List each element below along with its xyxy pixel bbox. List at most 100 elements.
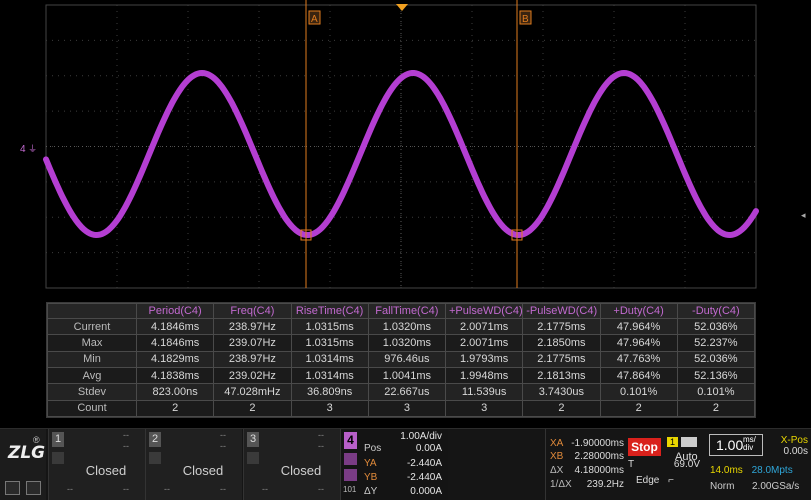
measurement-cell: 3 xyxy=(290,399,369,418)
measurement-cell: 47.964% xyxy=(599,317,678,336)
measurement-header[interactable]: +Duty(C4) xyxy=(599,303,678,319)
screenshot-icon[interactable] xyxy=(26,481,41,495)
cursor-xb-row: XB 2.28000ms xyxy=(550,451,626,462)
measurement-cell: 238.97Hz xyxy=(213,350,292,368)
cursor-ya-label: YA xyxy=(364,458,377,469)
measurement-cell: 4.1846ms xyxy=(135,334,215,352)
trigger-level-label: T xyxy=(628,459,635,470)
measurement-cell: 2 xyxy=(522,399,601,418)
cursor-xb-value: 2.28000ms xyxy=(574,451,624,462)
measurement-cell: 976.46us xyxy=(367,350,447,368)
cursor-xa-row: XA -1.90000ms xyxy=(550,438,626,449)
measurement-cell: 2.1850ms xyxy=(522,334,601,352)
memory-readout: 14.0ms 28.0Mpts xyxy=(710,465,793,476)
channel-1-dash-2: -- xyxy=(123,441,129,451)
measurement-header[interactable]: -Duty(C4) xyxy=(676,303,756,319)
channel-2-panel[interactable]: 2 -- -- Closed -- -- xyxy=(145,429,242,500)
measurement-row-label: Avg xyxy=(47,366,137,385)
channel-3-toggle-icon[interactable] xyxy=(247,452,259,464)
trigger-source-badge[interactable]: 1 xyxy=(667,437,678,447)
cursor-xa-value: -1.90000ms xyxy=(571,438,624,449)
channel-1-toggle-icon[interactable] xyxy=(52,452,64,464)
sample-rate: 2.00GSa/s xyxy=(752,481,800,492)
measurement-row: Avg 4.1838ms 239.02Hz 1.0314ms 1.0041ms 1.994… xyxy=(47,366,756,385)
cursor-inv-row: 1/ΔX 239.2Hz xyxy=(550,479,626,490)
cursor-readout-panel[interactable]: XA -1.90000ms XB 2.28000ms ΔX 4.18000ms … xyxy=(545,429,626,500)
cursor-b-tag-label: B xyxy=(522,14,529,25)
measurement-header[interactable]: FallTime(C4) xyxy=(367,303,447,319)
channel-1-dash-3: -- xyxy=(67,484,73,494)
timebase-value: 1.00 xyxy=(716,437,744,453)
channel-3-panel[interactable]: 3 -- -- Closed -- -- xyxy=(243,429,340,500)
channel-1-panel[interactable]: 1 -- -- Closed -- -- xyxy=(48,429,145,500)
cursor-ya-value: -2.440A xyxy=(406,458,442,469)
channel-4-number: 4 xyxy=(344,432,357,449)
trigger-info[interactable]: T 69.0V Edge ⌐ xyxy=(628,459,704,486)
cursor-yb-label: YB xyxy=(364,472,378,483)
acquisition-mode[interactable]: Norm xyxy=(710,481,734,492)
brand-logo: ZLG xyxy=(8,443,46,463)
channel-4-coupling-icon[interactable] xyxy=(344,453,357,465)
measurement-cell: 52.036% xyxy=(676,317,756,336)
side-menu-arrow-icon[interactable]: ◂ xyxy=(801,210,806,221)
display-settings-icon[interactable] xyxy=(5,481,20,495)
measurement-cell: 238.97Hz xyxy=(213,317,292,336)
c4-ground-marker[interactable]: 4 ⏚ xyxy=(20,142,37,155)
measurement-cell: 47.964% xyxy=(599,334,678,352)
measurement-body: Current 4.1846ms 238.97Hz 1.0315ms 1.0320ms 2… xyxy=(47,317,756,418)
trigger-mode-icon[interactable] xyxy=(681,437,697,447)
measurement-header[interactable]: -PulseWD(C4) xyxy=(522,303,601,319)
cursor-lines[interactable]: AB xyxy=(300,0,532,288)
channel-3-state: Closed xyxy=(280,463,322,478)
timebase-unit-bottom: div xyxy=(743,443,754,452)
channel-2-dash-3: -- xyxy=(164,484,170,494)
memory-depth-time: 14.0ms xyxy=(710,465,743,476)
cursor-yb-value: -2.440A xyxy=(406,472,442,483)
timebase-control[interactable]: 1.00 ms/ div xyxy=(709,434,763,456)
measurement-cell: 1.0314ms xyxy=(290,366,369,385)
channel-2-toggle-icon[interactable] xyxy=(149,452,161,464)
measurement-row-label: Min xyxy=(47,350,137,368)
channel-3-number: 3 xyxy=(247,432,259,447)
measurement-cell: 36.809ns xyxy=(290,383,369,401)
measurement-cell: 22.667us xyxy=(367,383,447,401)
measurement-cell: 239.07Hz xyxy=(213,334,292,352)
measurement-header[interactable]: Period(C4) xyxy=(135,303,215,319)
trigger-position-icon[interactable] xyxy=(396,4,408,11)
measurement-cell: 2 xyxy=(599,399,678,418)
measurement-row-label: Current xyxy=(47,317,137,336)
trigger-level-value: 69.0V xyxy=(673,459,700,470)
channel-3-dash-3: -- xyxy=(262,484,268,494)
measurement-cell: 47.028mHz xyxy=(213,383,292,401)
measurement-header[interactable]: Freq(C4) xyxy=(213,303,292,319)
cursor-dx-label: ΔX xyxy=(550,465,564,476)
channel-4-bits-label: 101 xyxy=(343,485,357,494)
measurement-header[interactable]: RiseTime(C4) xyxy=(290,303,369,319)
measurement-cell: 52.036% xyxy=(676,350,756,368)
run-stop-button[interactable]: Stop xyxy=(628,438,661,456)
measurement-cell: 1.0320ms xyxy=(367,334,447,352)
measurement-cell: 2.1813ms xyxy=(522,366,601,385)
measurement-cell: 52.237% xyxy=(676,334,756,352)
x-position-readout[interactable]: X-Pos 0.00s xyxy=(770,435,808,457)
waveform-display[interactable]: AB xyxy=(0,0,811,300)
registered-mark: ® xyxy=(33,435,40,445)
channel-3-dash-4: -- xyxy=(318,484,324,494)
measurement-row: Stdev 823.00ns 47.028mHz 36.809ns 22.667us 11… xyxy=(47,383,756,401)
cursor-inv-label: 1/ΔX xyxy=(550,479,572,490)
measurement-cell: 239.02Hz xyxy=(213,366,292,385)
measurement-header[interactable]: +PulseWD(C4) xyxy=(444,303,524,319)
measurement-cell: 47.763% xyxy=(599,350,678,368)
measurement-cell: 0.101% xyxy=(676,383,756,401)
measurement-cell: 2.1775ms xyxy=(522,350,601,368)
channel-3-dash-2: -- xyxy=(318,441,324,451)
channel-4-pos-value: 0.00A xyxy=(415,443,442,454)
measurement-cell: 2 xyxy=(135,399,215,418)
measurement-cell: 4.1829ms xyxy=(135,350,215,368)
measurement-cell: 1.0315ms xyxy=(290,334,369,352)
measurement-cell: 2.0071ms xyxy=(444,317,524,336)
channel-2-dash-2: -- xyxy=(220,441,226,451)
channel-4-bandwidth-icon[interactable] xyxy=(344,469,357,481)
measurement-cell: 3.7430us xyxy=(522,383,601,401)
channel-4-panel[interactable]: 4 101 1.00A/div Pos 0.00A YA -2.440A YB … xyxy=(340,429,448,500)
